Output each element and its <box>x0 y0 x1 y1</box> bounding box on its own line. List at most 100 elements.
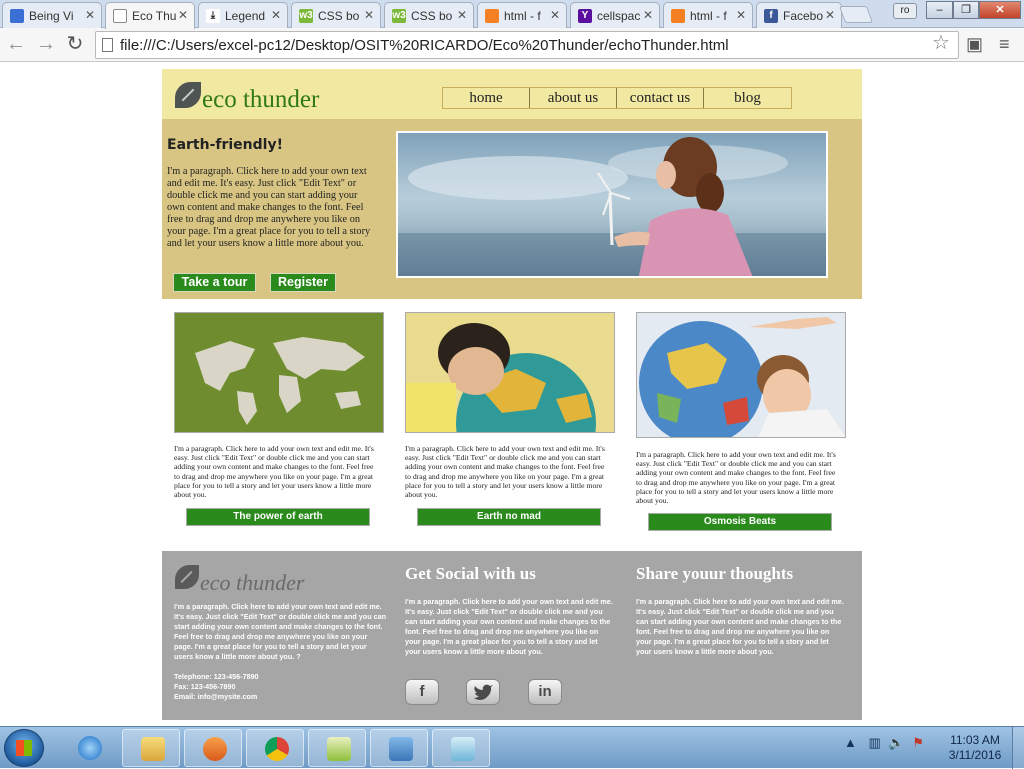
clock-time: 11:03 AM <box>950 733 1000 747</box>
reload-icon[interactable]: ↻ <box>63 33 87 57</box>
flag-icon[interactable]: ⚑ <box>912 735 924 750</box>
globe-hug-illustration <box>406 313 614 432</box>
leaf-logo-icon <box>175 565 199 589</box>
take-a-tour-button[interactable]: Take a tour <box>173 273 256 292</box>
close-icon[interactable]: ✕ <box>271 8 281 22</box>
tab-title: html - f <box>690 9 727 23</box>
address-bar[interactable]: file:///C:/Users/excel-pc12/Desktop/OSIT… <box>95 31 959 59</box>
close-icon[interactable]: ✕ <box>85 8 95 22</box>
pin-icon: ⤓ <box>206 9 220 23</box>
url-text: file:///C:/Users/excel-pc12/Desktop/OSIT… <box>120 37 729 54</box>
nav-about-us[interactable]: about us <box>530 88 617 108</box>
power-of-earth-button[interactable]: The power of earth <box>186 508 370 526</box>
minimize-button[interactable]: – <box>926 1 953 19</box>
notes-icon[interactable] <box>432 729 490 767</box>
footer-logo[interactable]: eco thunder <box>200 570 304 596</box>
windows-taskbar: ▲ ▥ 🔈 ⚑ 11:03 AM 3/11/2016 <box>0 726 1024 769</box>
share-text: I'm a paragraph. Click here to add your … <box>636 597 844 656</box>
site-footer: eco thunder I'm a paragraph. Click here … <box>162 551 862 720</box>
document-icon <box>113 9 127 23</box>
register-button[interactable]: Register <box>270 273 336 292</box>
menu-icon[interactable]: ≡ <box>999 34 1010 55</box>
nav-home[interactable]: home <box>443 88 530 108</box>
tab-4[interactable]: w3 CSS bo ✕ <box>384 2 474 28</box>
close-icon[interactable]: ✕ <box>643 8 653 22</box>
system-tray: ▲ ▥ 🔈 ⚑ <box>844 735 924 751</box>
site-logo[interactable]: eco thunder <box>202 86 319 114</box>
footer-about-text: I'm a paragraph. Click here to add your … <box>174 602 386 661</box>
tab-6[interactable]: Ycellspac ✕ <box>570 2 660 28</box>
site-header: eco thunder home about us contact us blo… <box>162 69 862 119</box>
explorer-icon[interactable] <box>122 729 180 767</box>
yahoo-icon: Y <box>578 9 592 23</box>
world-map-illustration <box>175 313 383 432</box>
column-3-paragraph: I'm a paragraph. Click here to add your … <box>636 450 836 506</box>
tab-8[interactable]: f Facebo ✕ <box>756 2 842 28</box>
nav-contact-us[interactable]: contact us <box>617 88 704 108</box>
stackoverflow-icon <box>671 9 685 23</box>
footer-telephone: Telephone: 123-456-7890 <box>174 672 259 681</box>
boy-looking-at-globe-image <box>636 312 846 438</box>
boy-globe-illustration <box>637 313 845 437</box>
ie-icon[interactable] <box>60 729 118 767</box>
close-icon[interactable]: ✕ <box>550 8 560 22</box>
tab-title: Eco Thu <box>132 9 177 23</box>
close-icon[interactable]: ✕ <box>457 8 467 22</box>
bookmark-star-icon[interactable]: ☆ <box>932 30 950 55</box>
osmosis-beats-button[interactable]: Osmosis Beats <box>648 513 832 531</box>
show-desktop-button[interactable] <box>1012 727 1024 769</box>
media-player-icon[interactable] <box>184 729 242 767</box>
column-2-paragraph: I'm a paragraph. Click here to add your … <box>405 444 605 500</box>
close-window-button[interactable]: ✕ <box>979 1 1021 19</box>
tab-title: cellspac <box>597 9 641 23</box>
tab-5[interactable]: html - f ✕ <box>477 2 567 28</box>
twitter-icon[interactable] <box>466 679 500 705</box>
start-button[interactable] <box>4 729 44 767</box>
column-1-paragraph: I'm a paragraph. Click here to add your … <box>174 444 374 500</box>
close-icon[interactable]: ✕ <box>364 8 374 22</box>
tab-title: Facebo <box>783 9 824 23</box>
footer-email[interactable]: Email: info@mysite.com <box>174 692 374 702</box>
system-clock[interactable]: 11:03 AM 3/11/2016 <box>945 733 1005 763</box>
twitter-bird-icon <box>474 684 493 700</box>
hero-heading: Earth-friendly! <box>167 137 283 153</box>
linkedin-icon[interactable]: in <box>528 679 562 705</box>
tab-7[interactable]: html - f ✕ <box>663 2 753 28</box>
chrome-icon[interactable] <box>246 729 304 767</box>
tray-arrow-icon[interactable]: ▲ <box>844 735 857 750</box>
get-social-heading: Get Social with us <box>405 564 536 583</box>
close-icon[interactable]: ✕ <box>178 8 188 22</box>
earth-no-mad-button[interactable]: Earth no mad <box>417 508 601 526</box>
share-thoughts-heading: Share youur thoughts <box>636 564 794 583</box>
close-icon[interactable]: ✕ <box>825 8 835 22</box>
volume-icon[interactable]: 🔈 <box>888 735 904 750</box>
hero-image-girl-wind-turbine <box>396 131 828 278</box>
leaf-logo-icon <box>175 82 201 108</box>
w3-icon: w3 <box>392 9 406 23</box>
hero-section: Earth-friendly! I'm a paragraph. Click h… <box>162 119 862 299</box>
forward-arrow-icon[interactable]: → <box>34 33 58 57</box>
tab-2[interactable]: ⤓ Legend ✕ <box>198 2 288 28</box>
tab-1[interactable]: Eco Thu ✕ <box>105 2 195 29</box>
user-badge[interactable]: ro <box>893 3 917 19</box>
tab-title: Legend <box>225 9 266 23</box>
restore-button[interactable]: ❐ <box>953 1 979 19</box>
hero-illustration <box>398 137 826 276</box>
close-icon[interactable]: ✕ <box>736 8 746 22</box>
tab-title: html - f <box>504 9 541 23</box>
back-arrow-icon[interactable]: ← <box>4 33 28 57</box>
eco-thunder-page: eco thunder home about us contact us blo… <box>162 69 862 720</box>
nav-blog[interactable]: blog <box>704 88 791 108</box>
w3-icon: w3 <box>299 9 313 23</box>
photo-viewer-icon[interactable] <box>370 729 428 767</box>
clock-date: 3/11/2016 <box>948 748 1002 762</box>
tab-title: CSS bo <box>411 9 453 23</box>
extension-icon[interactable]: ▣ <box>966 34 983 55</box>
network-icon[interactable]: ▥ <box>869 735 881 750</box>
tab-3[interactable]: w3 CSS bo ✕ <box>291 2 381 28</box>
social-text: I'm a paragraph. Click here to add your … <box>405 597 613 656</box>
tab-0[interactable]: Being Vi ✕ <box>2 2 102 28</box>
facebook-icon[interactable]: f <box>405 679 439 705</box>
notepad-plus-icon[interactable] <box>308 729 366 767</box>
new-tab-button[interactable] <box>838 6 874 23</box>
